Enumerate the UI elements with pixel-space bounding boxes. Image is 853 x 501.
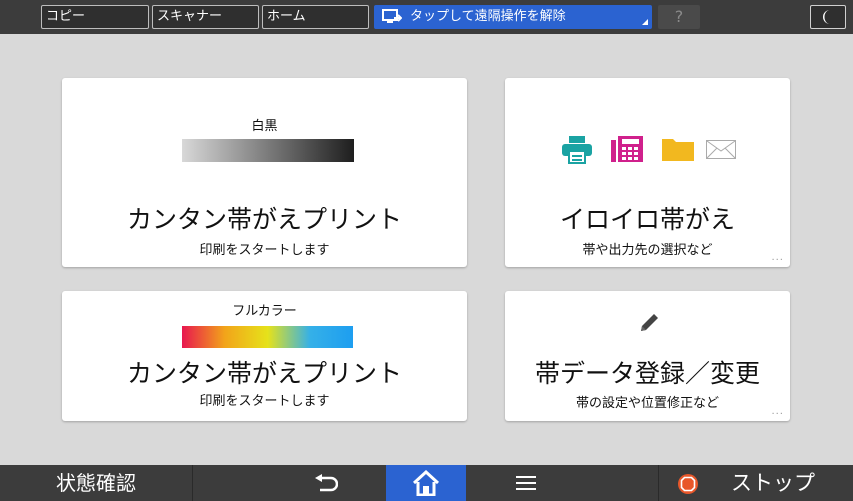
tab-scanner[interactable]: スキャナー bbox=[152, 5, 259, 29]
remote-label: タップして遠隔操作を解除 bbox=[410, 9, 566, 24]
pencil-icon bbox=[641, 314, 658, 331]
home-button[interactable] bbox=[386, 465, 466, 501]
moon-icon bbox=[823, 10, 830, 24]
mono-mode-label: 白黒 bbox=[251, 119, 278, 134]
more-indicator: ... bbox=[771, 406, 784, 417]
back-button[interactable] bbox=[270, 465, 380, 501]
bottom-bar: 状態確認 ストップ bbox=[0, 465, 853, 501]
color-gradient-bar bbox=[182, 326, 353, 348]
color-mode-label: フルカラー bbox=[232, 304, 297, 319]
color-print-card[interactable]: フルカラー カンタン帯がえプリント 印刷をスタートします bbox=[62, 291, 467, 421]
various-subtitle: 帯や出力先の選択など bbox=[582, 243, 713, 258]
mono-print-subtitle: 印刷をスタートします bbox=[199, 243, 330, 258]
menu-button[interactable] bbox=[472, 465, 582, 501]
menu-icon bbox=[516, 476, 536, 490]
various-title: イロイロ帯がえ bbox=[559, 205, 735, 234]
register-card[interactable]: 帯データ登録／変更 帯の設定や位置修正など ... bbox=[505, 291, 790, 421]
stop-button[interactable]: ストップ bbox=[658, 465, 853, 501]
stop-label: ストップ bbox=[731, 471, 815, 495]
back-icon bbox=[315, 474, 338, 492]
register-subtitle: 帯の設定や位置修正など bbox=[575, 396, 719, 411]
home-icon bbox=[412, 470, 440, 496]
remote-icon bbox=[382, 9, 402, 23]
tab-copy[interactable]: コピー bbox=[41, 5, 149, 29]
mail-icon bbox=[706, 140, 736, 159]
folder-icon bbox=[662, 139, 694, 161]
fax-icon bbox=[611, 136, 643, 162]
various-card[interactable]: イロイロ帯がえ 帯や出力先の選択など ... bbox=[505, 78, 790, 267]
stop-icon bbox=[678, 474, 698, 494]
help-button[interactable]: ? bbox=[658, 5, 700, 29]
printer-icon bbox=[562, 136, 592, 164]
mono-gradient-bar bbox=[182, 139, 354, 162]
mono-print-title: カンタン帯がえプリント bbox=[126, 205, 402, 234]
corner-mark-icon bbox=[642, 19, 648, 25]
mono-print-card[interactable]: 白黒 カンタン帯がえプリント 印刷をスタートします bbox=[62, 78, 467, 267]
color-print-subtitle: 印刷をスタートします bbox=[199, 394, 330, 409]
color-print-title: カンタン帯がえプリント bbox=[126, 359, 402, 388]
register-title: 帯データ登録／変更 bbox=[534, 359, 760, 388]
status-check-button[interactable]: 状態確認 bbox=[0, 465, 193, 501]
remote-operation-button[interactable]: タップして遠隔操作を解除 bbox=[374, 5, 652, 29]
more-indicator: ... bbox=[771, 252, 784, 263]
energy-saver-button[interactable] bbox=[810, 5, 846, 29]
top-bar: コピー スキャナー ホーム タップして遠隔操作を解除 ? bbox=[0, 0, 853, 34]
tab-home[interactable]: ホーム bbox=[262, 5, 369, 29]
